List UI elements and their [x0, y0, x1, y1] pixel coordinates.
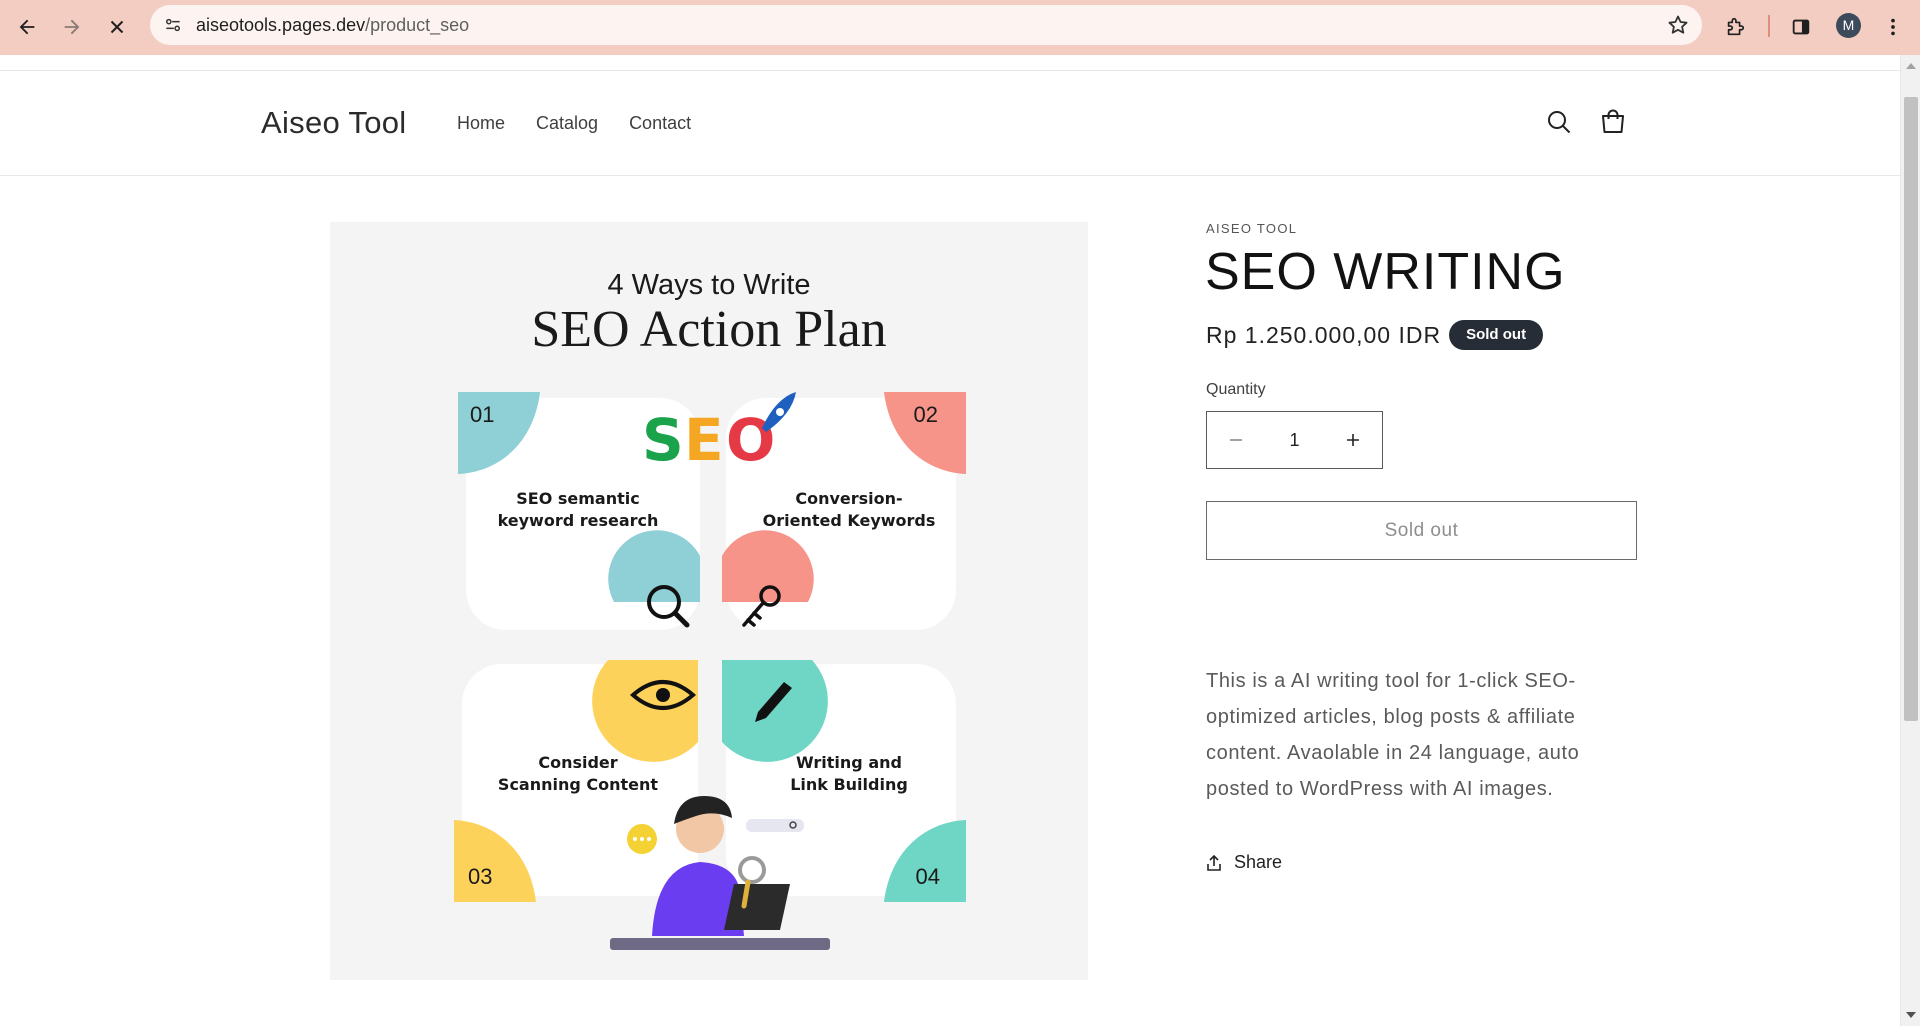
step-number-03: 03 — [468, 864, 492, 889]
product-price: Rp 1.250.000,00 IDR — [1206, 321, 1442, 348]
step-number-04: 04 — [916, 864, 940, 889]
quantity-label: Quantity — [1206, 381, 1266, 398]
nav-home[interactable]: Home — [457, 112, 505, 134]
image-heading-big: SEO Action Plan — [531, 301, 886, 358]
step-text-01b: keyword research — [498, 511, 659, 530]
share-icon — [1207, 854, 1221, 871]
product-vendor: AISEO TOOL — [1206, 221, 1298, 236]
site-settings-icon[interactable] — [162, 14, 184, 36]
quantity-input[interactable]: 1 — [1289, 430, 1299, 451]
seo-letter-s: S — [642, 406, 684, 474]
profile-avatar[interactable]: M — [1836, 13, 1861, 38]
product-title: SEO WRITING — [1205, 243, 1566, 301]
page-scrollbar[interactable] — [1900, 55, 1920, 1026]
step-text-02b: Oriented Keywords — [763, 511, 936, 530]
plus-icon — [1346, 434, 1359, 446]
step-text-01a: SEO semantic — [516, 489, 639, 508]
nav-contact[interactable]: Contact — [629, 112, 691, 134]
address-bar[interactable]: aiseotools.pages.dev/product_seo — [150, 5, 1702, 45]
cart-icon — [1602, 109, 1624, 133]
extensions-button[interactable] — [1718, 10, 1752, 44]
product-image[interactable]: 4 Ways to Write SEO Action Plan 01 SEO s… — [330, 222, 1088, 980]
browser-menu-button[interactable] — [1876, 10, 1910, 44]
step-number-01: 01 — [470, 402, 494, 427]
share-button[interactable]: Share — [1206, 852, 1282, 873]
side-panel-icon — [1792, 19, 1810, 35]
page-content: Aiseo Tool Home Catalog Contact 4 Ways t… — [0, 55, 1900, 1026]
star-icon[interactable] — [1666, 13, 1690, 37]
step-text-04a: Writing and — [796, 753, 902, 772]
url-text[interactable]: aiseotools.pages.dev/product_seo — [196, 15, 469, 35]
main-nav: Home Catalog Contact — [457, 112, 691, 134]
product-description: This is a AI writing tool for 1-click SE… — [1206, 670, 1580, 800]
forward-icon — [64, 19, 80, 35]
stop-button[interactable] — [100, 10, 134, 44]
scroll-down-arrow[interactable] — [1906, 1012, 1916, 1018]
price-row: Rp 1.250.000,00 IDR Sold out — [1206, 320, 1544, 350]
site-logo[interactable]: Aiseo Tool — [261, 105, 406, 141]
sold-out-button[interactable]: Sold out — [1206, 501, 1637, 560]
nav-catalog[interactable]: Catalog — [536, 112, 598, 134]
menu-icon — [1891, 18, 1895, 36]
site-header: Aiseo Tool Home Catalog Contact — [0, 71, 1900, 176]
quantity-increase-button[interactable] — [1324, 412, 1382, 468]
minus-icon — [1230, 439, 1242, 441]
seo-letter-e: E — [684, 406, 724, 474]
back-icon — [19, 19, 35, 35]
extensions-icon — [1727, 17, 1745, 36]
step-text-02a: Conversion- — [795, 489, 902, 508]
url-path: /product_seo — [365, 15, 470, 35]
image-heading-small: 4 Ways to Write — [607, 269, 810, 301]
search-button[interactable] — [1543, 106, 1575, 138]
step-text-03b: Scanning Content — [498, 775, 659, 794]
browser-toolbar: aiseotools.pages.dev/product_seo M — [0, 0, 1920, 55]
cart-button[interactable] — [1597, 106, 1629, 138]
share-label: Share — [1234, 852, 1283, 872]
scroll-thumb[interactable] — [1904, 97, 1918, 721]
step-number-02: 02 — [914, 402, 938, 427]
quantity-decrease-button[interactable] — [1207, 412, 1265, 468]
side-panel-button[interactable] — [1784, 10, 1818, 44]
seo-letter-o: O — [726, 406, 775, 474]
back-button[interactable] — [10, 10, 44, 44]
url-host: aiseotools.pages.dev — [196, 15, 366, 35]
quantity-stepper: 1 — [1206, 411, 1383, 469]
step-text-03a: Consider — [538, 753, 617, 772]
forward-button[interactable] — [55, 10, 89, 44]
scroll-up-arrow[interactable] — [1906, 63, 1916, 69]
stop-icon — [110, 20, 124, 34]
toolbar-divider — [1768, 15, 1770, 37]
status-badge: Sold out — [1449, 320, 1544, 350]
search-icon — [1548, 111, 1571, 134]
step-text-04b: Link Building — [790, 775, 908, 794]
